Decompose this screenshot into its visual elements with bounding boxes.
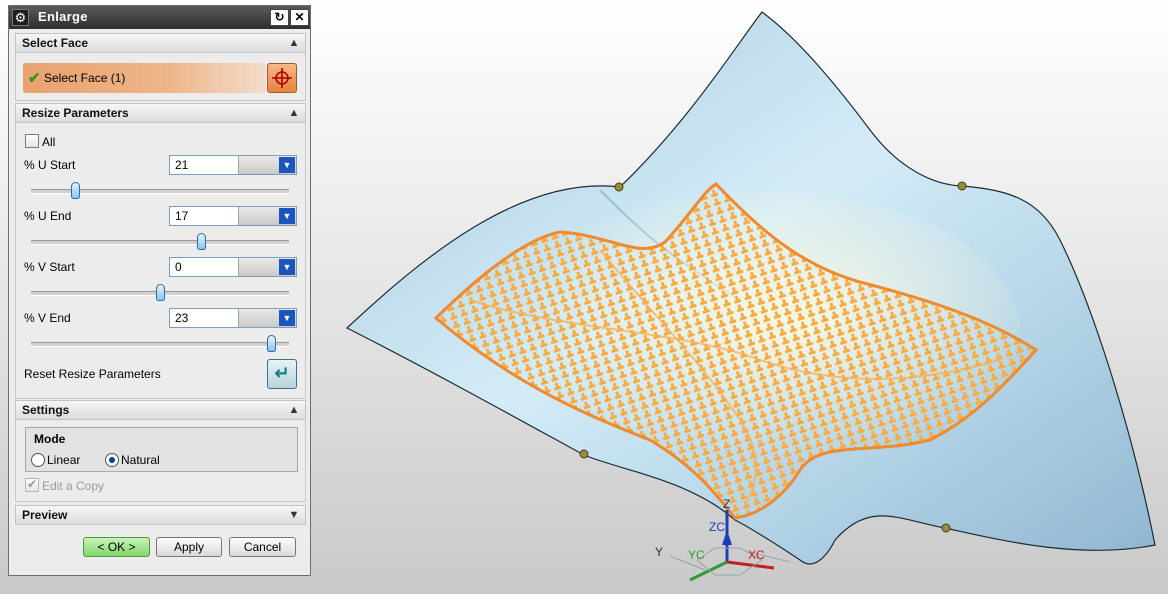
surface-model: Z ZC Y YC XC [345,11,1156,582]
control-point[interactable] [579,449,589,459]
chevron-up-icon[interactable]: ▲ [286,105,302,121]
ok-button[interactable]: < OK > [83,537,150,557]
control-point[interactable] [957,181,967,191]
edit-copy-checkbox[interactable]: ✔ [25,477,39,492]
graphics-viewport[interactable]: Z ZC Y YC XC [312,0,1168,594]
u-start-slider-track[interactable] [31,189,289,194]
v-end-slider-thumb[interactable] [266,335,276,352]
reset-resize-button[interactable]: ↵ [267,359,297,389]
u-end-value: 17 [175,209,189,223]
select-face-button[interactable] [267,63,297,93]
section-title: Select Face [22,36,89,50]
reset-dialog-icon[interactable]: ↻ [270,9,289,26]
section-title: Settings [22,403,70,417]
all-label: All [42,135,56,149]
z-axis-label: Z [723,497,730,511]
section-title: Preview [22,508,68,522]
reset-resize-label: Reset Resize Parameters [24,367,161,381]
checkmark-icon: ✔ [27,477,38,491]
u-end-label: % U End [24,209,72,223]
control-point[interactable] [941,523,951,533]
dialog-title: Enlarge [38,9,88,24]
mode-group: Mode Linear Natural [25,427,298,472]
return-arrow-icon: ↵ [274,363,290,383]
checkmark-icon: ✔ [28,70,41,87]
section-select-face-header[interactable]: Select Face ▲ [15,33,306,53]
u-start-slider-thumb[interactable] [70,182,80,199]
v-end-dropdown[interactable]: ▼ [238,309,296,327]
select-face-row[interactable]: ✔ Select Face (1) [23,63,266,93]
cancel-button[interactable]: Cancel [229,537,296,557]
select-face-label: Select Face (1) [44,71,126,85]
edit-copy-label: Edit a Copy [42,479,105,493]
natural-radio[interactable] [105,453,119,467]
section-settings-header[interactable]: Settings ▲ [15,400,306,420]
u-end-input[interactable]: 17 ▼ [169,206,297,226]
zc-axis-label: ZC [709,520,725,534]
crosshair-icon [272,68,292,88]
v-start-slider-thumb[interactable] [156,284,165,301]
u-end-slider-thumb[interactable] [197,233,207,250]
gear-icon[interactable]: ⚙ [12,9,29,26]
section-title: Resize Parameters [22,106,129,120]
v-end-input[interactable]: 23 ▼ [169,308,297,328]
section-resize-header[interactable]: Resize Parameters ▲ [15,103,306,123]
v-start-input[interactable]: 0 ▼ [169,257,297,277]
linear-label: Linear [47,453,81,467]
chevron-up-icon[interactable]: ▲ [286,402,302,418]
xc-axis-label: XC [748,548,765,562]
chevron-down-icon[interactable]: ▼ [286,507,302,523]
natural-label: Natural [121,453,160,467]
v-end-label: % V End [24,311,71,325]
u-start-value: 21 [175,158,189,172]
u-start-input[interactable]: 21 ▼ [169,155,297,175]
v-end-slider-track[interactable] [31,342,289,347]
chevron-down-icon: ▼ [279,310,295,326]
enlarge-dialog: ⚙ Enlarge ↻ ✕ Select Face ▲ ✔ Select Fac… [8,5,311,576]
chevron-down-icon: ▼ [279,259,295,275]
control-point[interactable] [614,182,624,192]
v-start-label: % V Start [24,260,75,274]
v-start-dropdown[interactable]: ▼ [238,258,296,276]
v-start-value: 0 [175,260,182,274]
u-start-dropdown[interactable]: ▼ [238,156,296,174]
all-checkbox[interactable] [25,134,39,148]
chevron-up-icon[interactable]: ▲ [286,35,302,51]
section-preview-header[interactable]: Preview ▼ [15,505,306,525]
apply-button[interactable]: Apply [156,537,222,557]
u-end-dropdown[interactable]: ▼ [238,207,296,225]
close-icon[interactable]: ✕ [290,9,309,26]
yc-axis-label: YC [688,548,705,562]
mode-label: Mode [34,432,66,446]
u-start-label: % U Start [24,158,76,172]
chevron-down-icon: ▼ [279,208,295,224]
v-end-value: 23 [175,311,189,325]
linear-radio[interactable] [31,453,45,467]
dialog-titlebar: ⚙ Enlarge ↻ ✕ [9,6,310,29]
chevron-down-icon: ▼ [279,157,295,173]
u-end-slider-track[interactable] [31,240,289,245]
y-axis-label: Y [655,545,663,559]
